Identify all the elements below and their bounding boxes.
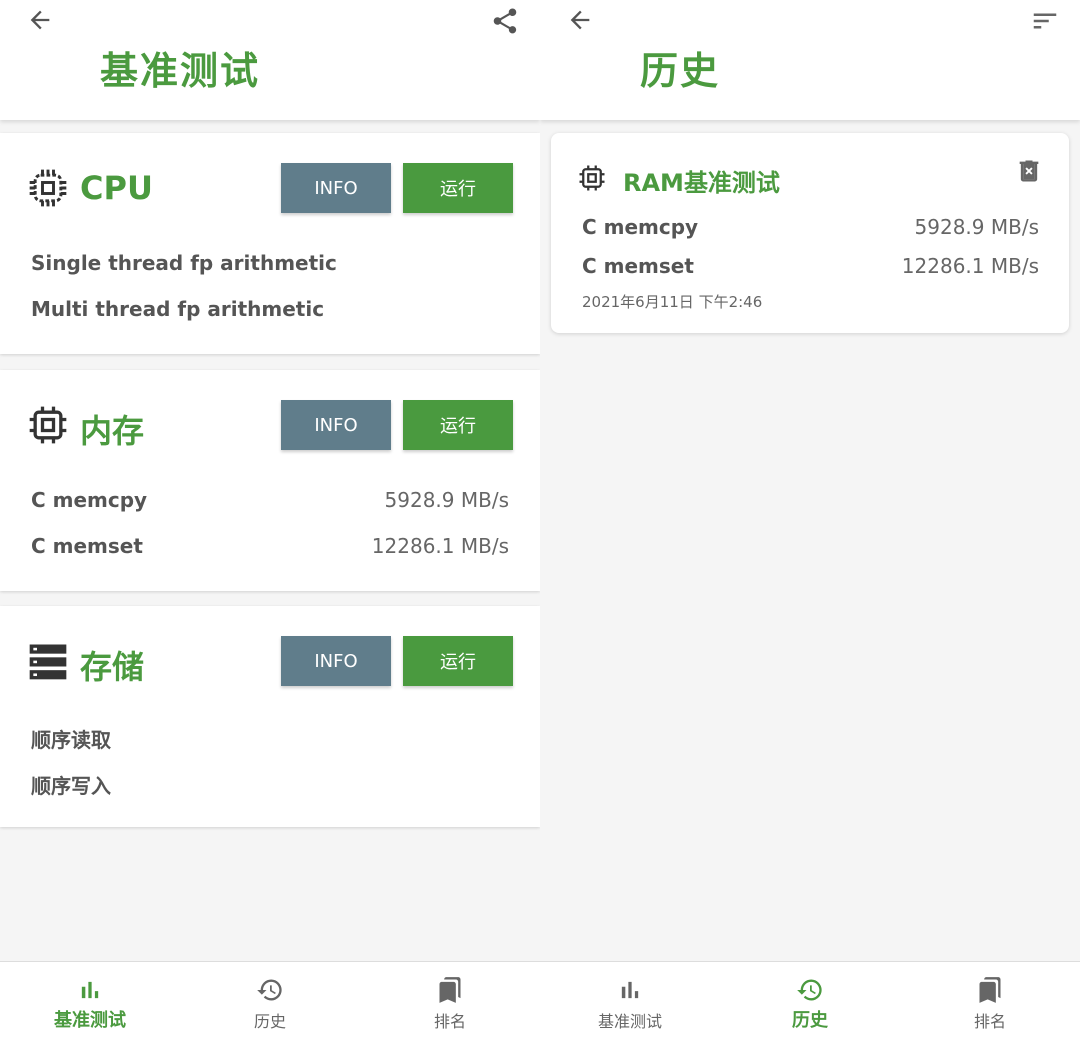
nav-label: 基准测试 [597, 1012, 662, 1031]
result-label: C memcpy [582, 215, 699, 239]
nav-item-benchmark[interactable]: 基准测试 [540, 962, 720, 1037]
card-title: CPU [80, 169, 153, 207]
memory-run-button[interactable]: 运行 [403, 400, 513, 450]
memory-chip-icon [29, 406, 67, 444]
cpu-benchmark-card: CPU INFO 运行 Single thread fp arithmetic … [0, 133, 540, 354]
bar-chart-icon [621, 981, 639, 999]
nav-item-benchmark[interactable]: 基准测试 [0, 962, 180, 1037]
app-bar: 基准测试 [0, 0, 540, 120]
result-label: 顺序读取 [31, 728, 111, 752]
nav-item-ranking[interactable]: 排名 [900, 962, 1080, 1037]
nav-label: 历史 [253, 1012, 286, 1031]
back-arrow-icon[interactable] [566, 6, 594, 34]
result-label: C memset [582, 254, 694, 278]
bar-chart-icon [81, 981, 99, 999]
card-title: 内存 [80, 412, 145, 450]
card-title: 存储 [80, 648, 145, 686]
nav-label: 排名 [433, 1012, 466, 1031]
history-icon [257, 979, 282, 1001]
cpu-info-button[interactable]: INFO [281, 163, 391, 213]
page-title: 历史 [640, 49, 721, 93]
memory-benchmark-card: 内存 INFO 运行 C memcpy 5928.9 MB/s C memset… [0, 370, 540, 591]
cpu-run-button[interactable]: 运行 [403, 163, 513, 213]
history-entry-card[interactable]: RAM基准测试 C memcpy 5928.9 MB/s C memset 12… [551, 133, 1069, 333]
memory-info-button[interactable]: INFO [281, 400, 391, 450]
app-bar: 历史 [540, 0, 1080, 120]
storage-run-button[interactable]: 运行 [403, 636, 513, 686]
result-label: Multi thread fp arithmetic [31, 297, 325, 321]
page-title: 基准测试 [100, 49, 261, 93]
bookmark-icon [439, 977, 461, 1003]
result-value: 5928.9 MB/s [384, 488, 509, 512]
sort-icon[interactable] [1030, 6, 1060, 36]
history-timestamp: 2021年6月11日 下午2:46 [582, 293, 763, 311]
result-label: C memset [31, 534, 143, 558]
nav-label: 基准测试 [54, 1010, 126, 1031]
result-label: C memcpy [31, 488, 148, 512]
storage-benchmark-card: 存储 INFO 运行 顺序读取 顺序写入 [0, 606, 540, 827]
storage-info-button[interactable]: INFO [281, 636, 391, 686]
history-icon [797, 979, 822, 1001]
result-label: Single thread fp arithmetic [31, 251, 337, 275]
benchmark-screen: 基准测试 CPU INFO 运行 Single thread fp arithm… [0, 0, 540, 1037]
nav-item-history[interactable]: 历史 [180, 962, 360, 1037]
bookmark-icon [979, 977, 1001, 1003]
back-arrow-icon[interactable] [26, 6, 54, 34]
delete-icon[interactable] [1015, 157, 1043, 185]
app-root: 基准测试 CPU INFO 运行 Single thread fp arithm… [0, 0, 1080, 1037]
result-value: 12286.1 MB/s [371, 534, 509, 558]
share-icon[interactable] [490, 6, 520, 36]
nav-item-ranking[interactable]: 排名 [360, 962, 540, 1037]
result-label: 顺序写入 [31, 774, 111, 798]
bottom-navigation: 基准测试 历史 排名 [540, 961, 1080, 1037]
memory-chip-icon [579, 165, 605, 191]
nav-label: 排名 [973, 1012, 1006, 1031]
cpu-chip-icon [29, 169, 67, 207]
nav-label: 历史 [792, 1010, 828, 1031]
history-entry-title: RAM基准测试 [623, 169, 780, 197]
result-value: 5928.9 MB/s [914, 215, 1039, 239]
nav-item-history[interactable]: 历史 [720, 962, 900, 1037]
result-value: 12286.1 MB/s [901, 254, 1039, 278]
storage-icon [29, 644, 67, 680]
bottom-navigation: 基准测试 历史 排名 [0, 961, 540, 1037]
